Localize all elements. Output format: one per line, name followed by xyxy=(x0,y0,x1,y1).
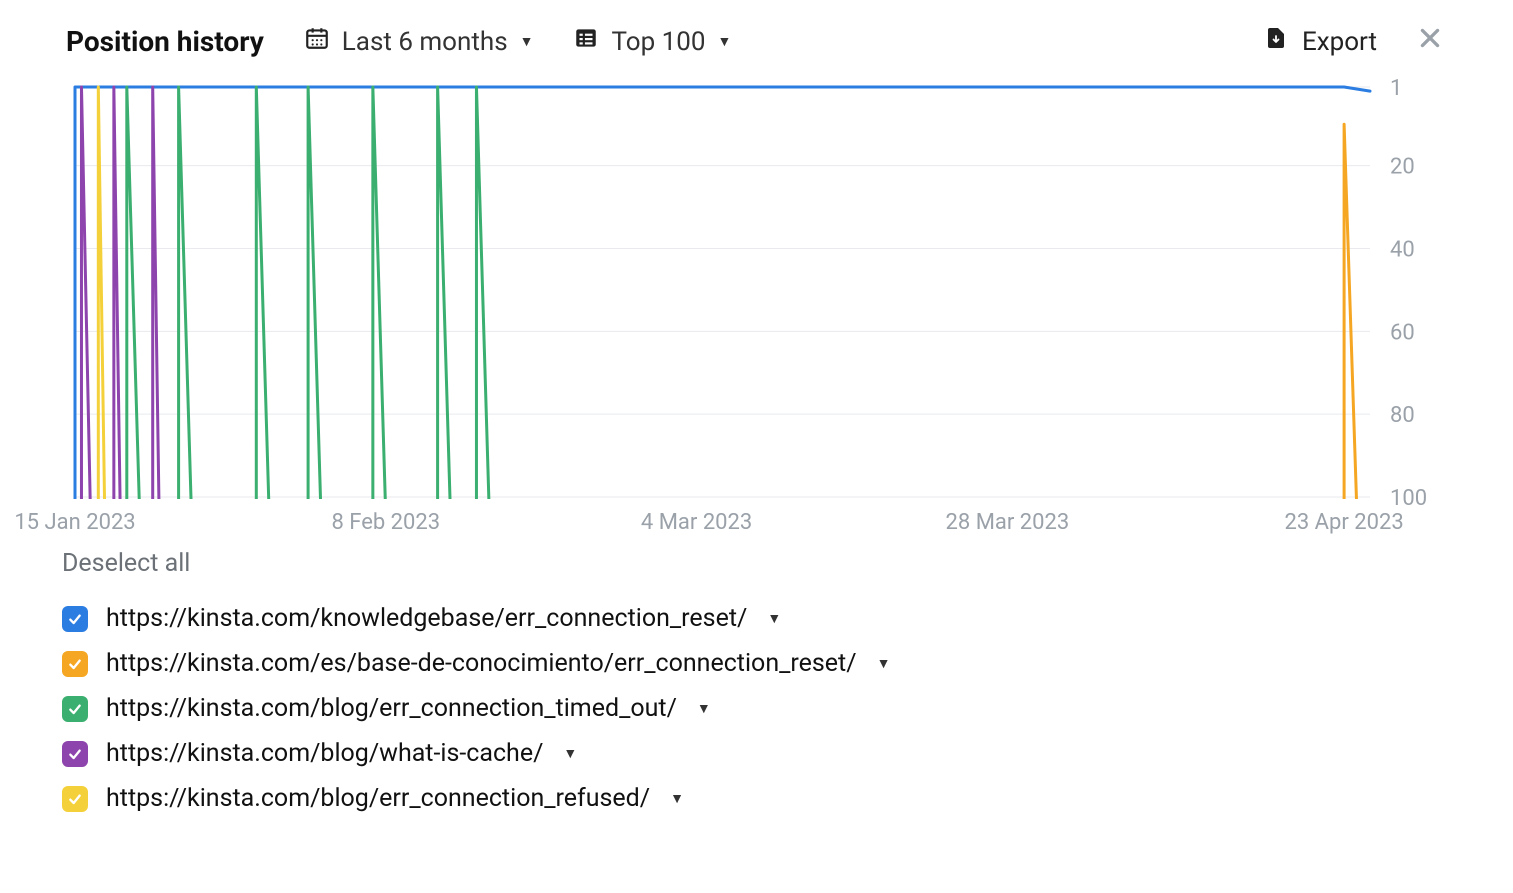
date-range-label: Last 6 months xyxy=(342,27,508,57)
page-title: Position history xyxy=(66,25,264,58)
svg-text:23 Apr 2023: 23 Apr 2023 xyxy=(1284,510,1403,535)
legend-item[interactable]: https://kinsta.com/blog/err_connection_r… xyxy=(62,776,1513,821)
header-bar: Position history Last 6 months ▼ Top 100… xyxy=(0,0,1513,69)
legend-url: https://kinsta.com/blog/err_connection_r… xyxy=(106,784,650,813)
svg-text:100: 100 xyxy=(1390,486,1427,511)
close-button[interactable] xyxy=(1417,24,1443,59)
legend: Deselect all https://kinsta.com/knowledg… xyxy=(0,537,1513,821)
series-checkbox[interactable] xyxy=(62,606,88,632)
legend-item[interactable]: https://kinsta.com/es/base-de-conocimien… xyxy=(62,641,1513,686)
export-button[interactable]: Export xyxy=(1264,25,1377,58)
legend-item[interactable]: https://kinsta.com/knowledgebase/err_con… xyxy=(62,596,1513,641)
series-checkbox[interactable] xyxy=(62,651,88,677)
chevron-down-icon[interactable]: ▼ xyxy=(670,790,684,807)
svg-text:15 Jan 2023: 15 Jan 2023 xyxy=(14,510,135,535)
chevron-down-icon[interactable]: ▼ xyxy=(877,655,891,672)
legend-item[interactable]: https://kinsta.com/blog/err_connection_t… xyxy=(62,686,1513,731)
svg-text:20: 20 xyxy=(1390,155,1415,180)
chevron-down-icon[interactable]: ▼ xyxy=(767,610,781,627)
chevron-down-icon[interactable]: ▼ xyxy=(563,745,577,762)
chevron-down-icon[interactable]: ▼ xyxy=(697,700,711,717)
close-icon xyxy=(1417,24,1443,59)
legend-url: https://kinsta.com/es/base-de-conocimien… xyxy=(106,649,857,678)
top-selector[interactable]: Top 100 ▼ xyxy=(573,25,731,58)
svg-text:80: 80 xyxy=(1390,403,1415,428)
download-icon xyxy=(1264,25,1288,58)
series-checkbox[interactable] xyxy=(62,696,88,722)
chart-svg: 1 20 40 60 80 100 15 Jan 2023 8 Feb 2023 4 Mar 2… xyxy=(0,77,1513,537)
svg-text:28 Mar 2023: 28 Mar 2023 xyxy=(946,510,1070,535)
chevron-down-icon: ▼ xyxy=(717,33,731,50)
svg-text:60: 60 xyxy=(1390,320,1415,345)
series-checkbox[interactable] xyxy=(62,786,88,812)
svg-text:40: 40 xyxy=(1390,238,1415,263)
date-range-selector[interactable]: Last 6 months ▼ xyxy=(304,25,534,58)
deselect-all-button[interactable]: Deselect all xyxy=(62,549,1513,578)
series-checkbox[interactable] xyxy=(62,741,88,767)
svg-text:1: 1 xyxy=(1390,77,1402,101)
calendar-icon xyxy=(304,25,330,58)
list-icon xyxy=(573,25,599,58)
legend-url: https://kinsta.com/blog/err_connection_t… xyxy=(106,694,677,723)
chevron-down-icon: ▼ xyxy=(520,33,534,50)
svg-text:8 Feb 2023: 8 Feb 2023 xyxy=(331,510,440,535)
legend-url: https://kinsta.com/blog/what-is-cache/ xyxy=(106,739,543,768)
position-history-chart: 1 20 40 60 80 100 15 Jan 2023 8 Feb 2023 4 Mar 2… xyxy=(0,77,1513,537)
svg-text:4 Mar 2023: 4 Mar 2023 xyxy=(641,510,752,535)
top-label: Top 100 xyxy=(611,27,705,57)
legend-url: https://kinsta.com/knowledgebase/err_con… xyxy=(106,604,747,633)
legend-item[interactable]: https://kinsta.com/blog/what-is-cache/ ▼ xyxy=(62,731,1513,776)
export-label: Export xyxy=(1302,27,1377,57)
